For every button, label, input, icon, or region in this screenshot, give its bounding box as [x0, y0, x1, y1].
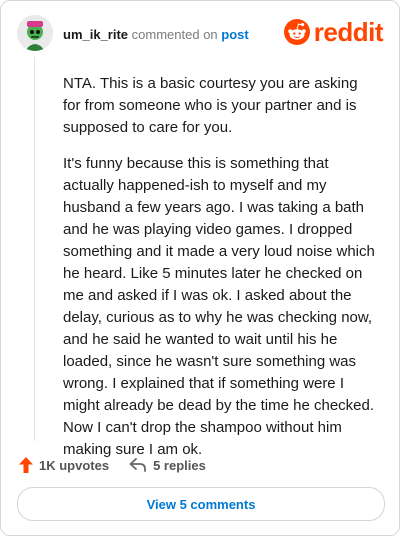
post-link[interactable]: post	[221, 27, 248, 42]
reddit-wordmark: reddit	[313, 17, 384, 47]
snoo-avatar-icon	[17, 15, 53, 51]
username[interactable]: um_ik_rite	[63, 27, 128, 42]
commented-on-label: commented on	[131, 27, 218, 42]
replies-button[interactable]: 5 replies	[129, 457, 206, 473]
reddit-alien-icon	[283, 19, 310, 45]
avatar[interactable]	[17, 15, 53, 51]
replies-count: 5 replies	[153, 457, 206, 473]
comment-paragraph-1: NTA. This is a basic courtesy you are as…	[63, 75, 358, 136]
reddit-logo: reddit	[283, 17, 384, 47]
comment-actions: 1K upvotes 5 replies	[19, 455, 206, 475]
comment-body: NTA. This is a basic courtesy you are as…	[63, 73, 379, 475]
comment-card: um_ik_rite commented on post reddit NTA.…	[0, 0, 400, 536]
comment-meta: um_ik_rite commented on post	[63, 27, 249, 42]
upvote-count: 1K upvotes	[39, 457, 110, 473]
upvote-arrow-icon	[19, 457, 33, 473]
reply-arrow-icon	[129, 458, 146, 472]
comment-header: um_ik_rite commented on post reddit	[17, 15, 384, 55]
comment-paragraph-2: It's funny because this is something tha…	[63, 155, 375, 458]
view-comments-button[interactable]: View 5 comments	[17, 487, 385, 521]
thread-line	[34, 57, 35, 441]
upvote-button[interactable]: 1K upvotes	[19, 457, 109, 473]
